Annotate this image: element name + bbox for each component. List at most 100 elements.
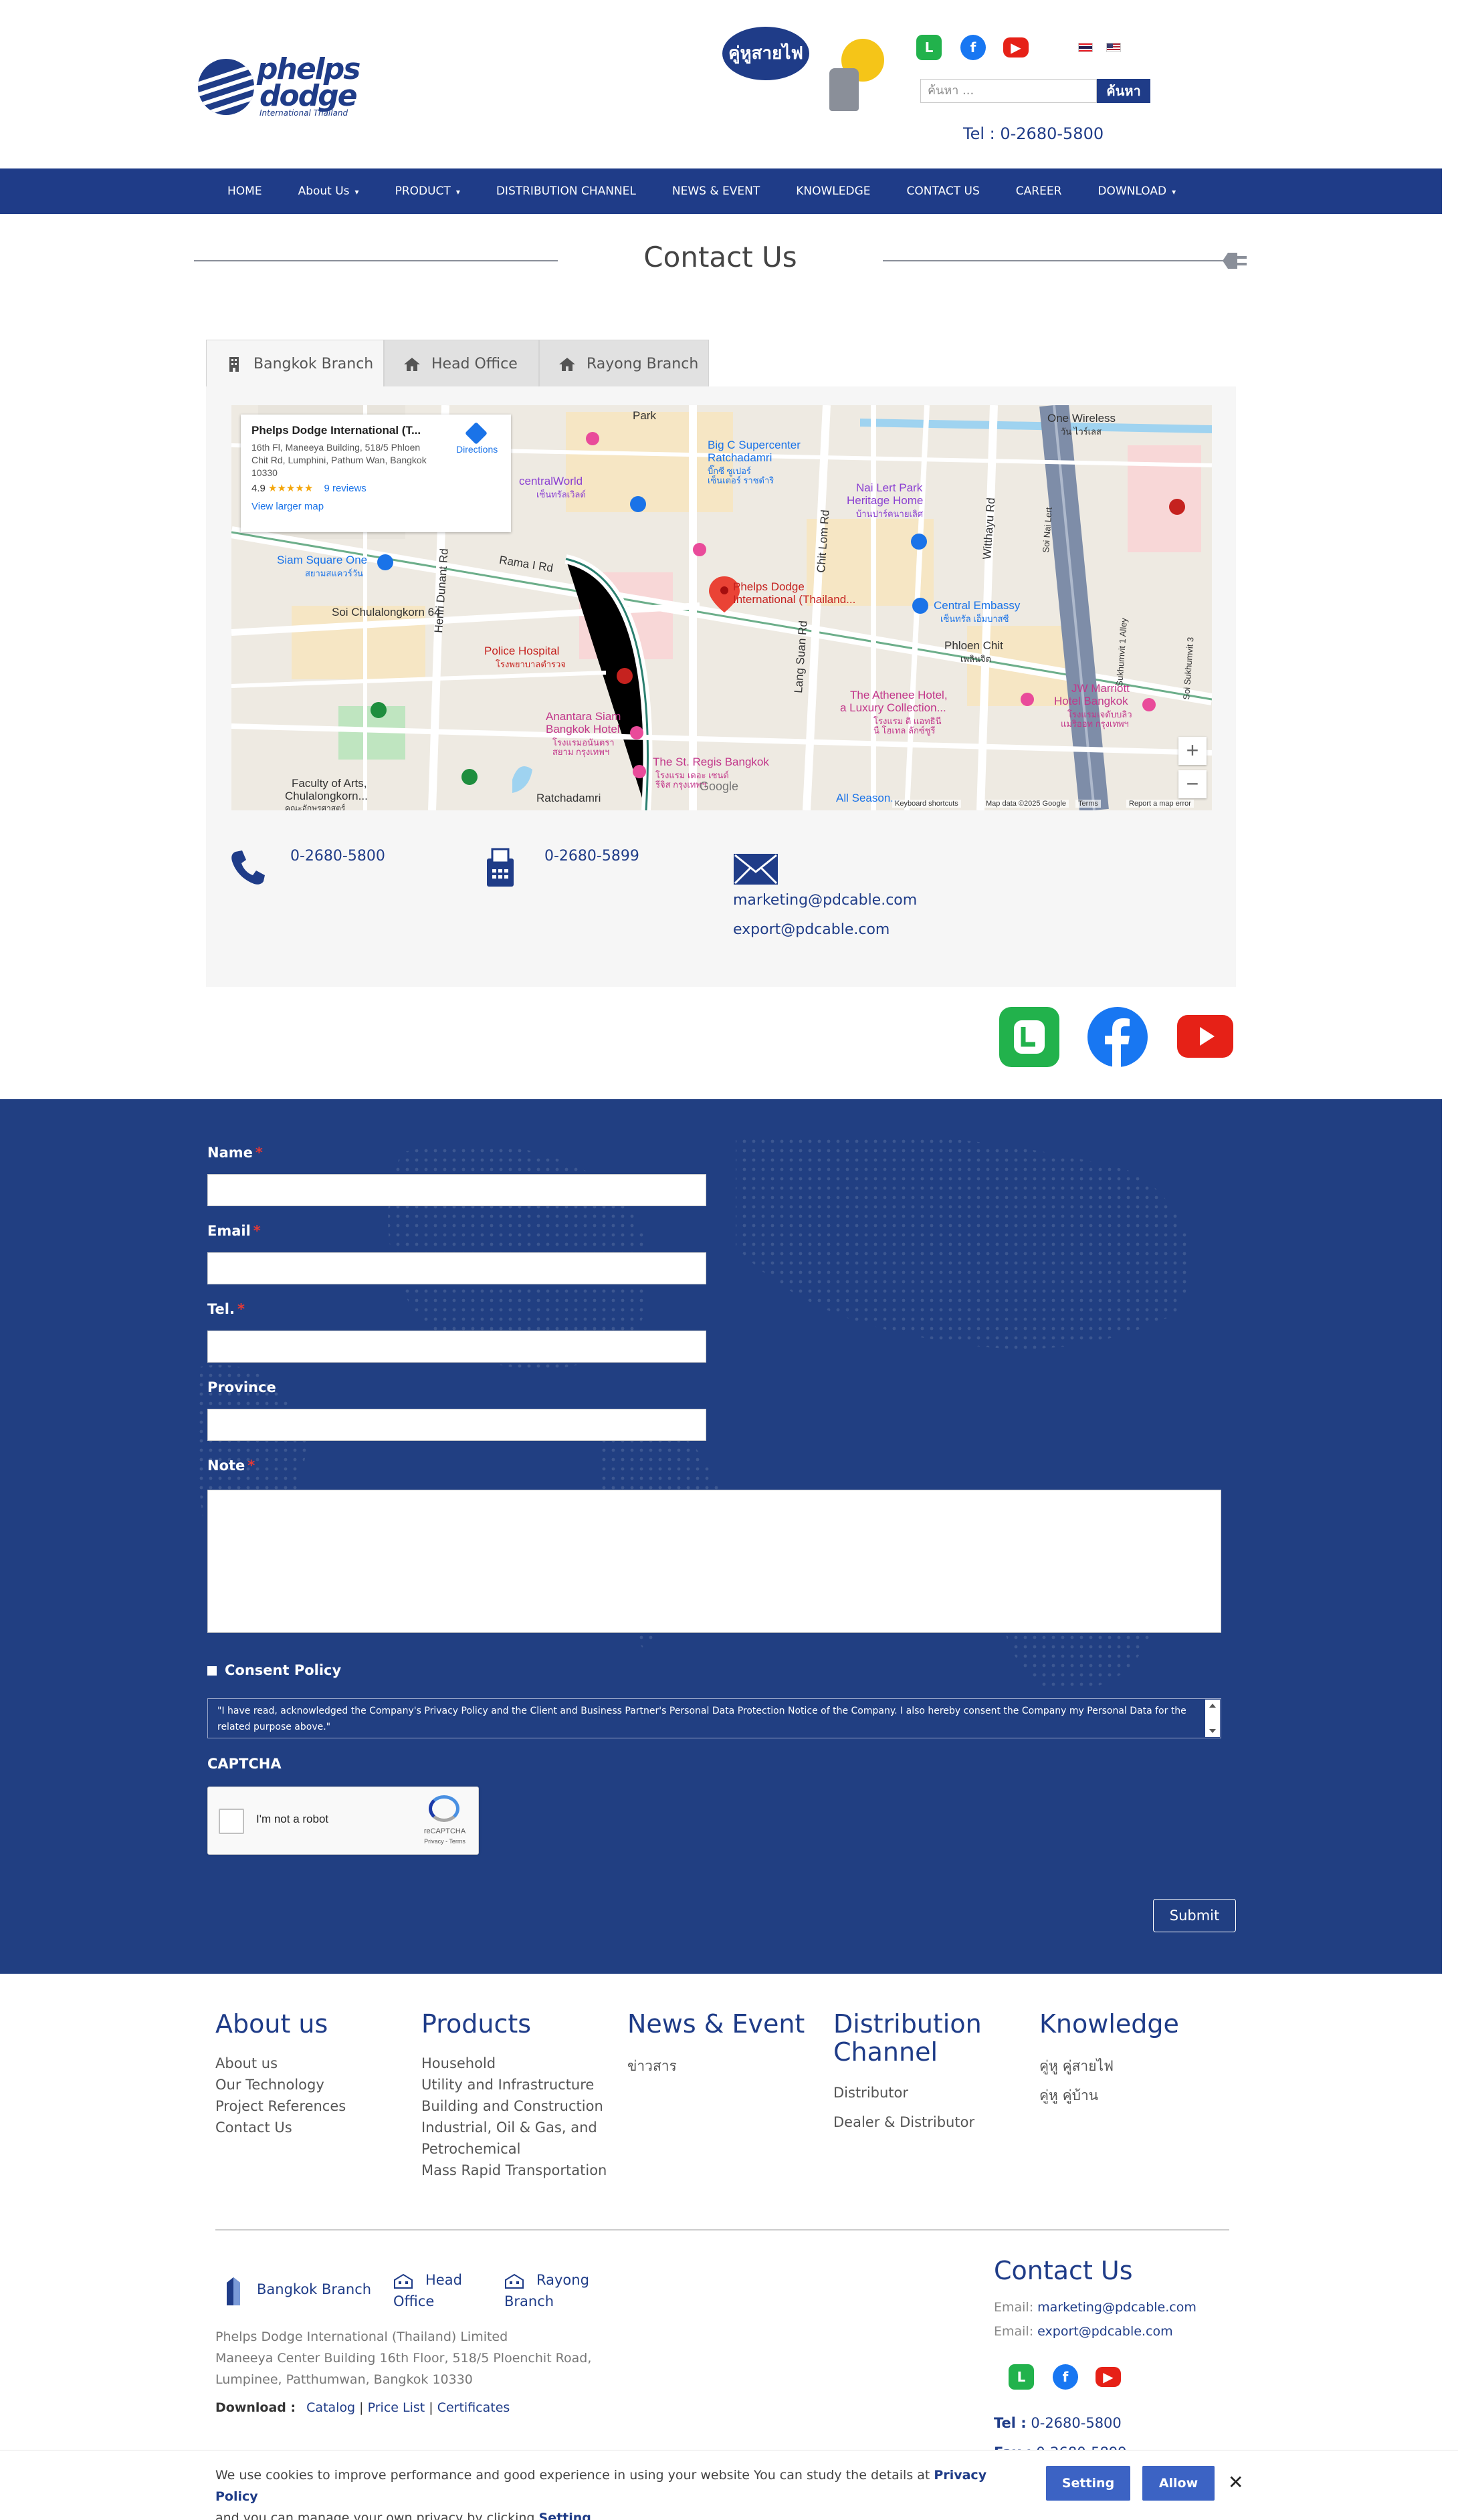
contact-fax[interactable]: 0-2680-5899: [544, 848, 639, 865]
footer-link[interactable]: Distributor: [833, 2085, 908, 2101]
footer-news-title[interactable]: News & Event: [627, 2010, 805, 2038]
footer-email-marketing[interactable]: Email: marketing@pdcable.com: [994, 2300, 1196, 2315]
nav-home[interactable]: HOME: [227, 185, 262, 198]
english-flag-icon[interactable]: [1106, 43, 1121, 52]
footer-link[interactable]: Dealer & Distributor: [833, 2114, 974, 2130]
footer-link[interactable]: Contact Us: [215, 2120, 292, 2136]
footer-link[interactable]: Industrial, Oil & Gas, and: [421, 2120, 597, 2136]
map-reviews-link[interactable]: 9 reviews: [324, 483, 366, 494]
search-input[interactable]: ค้นหา ...: [920, 79, 1097, 103]
footer-link[interactable]: คู่หู คู่สายไฟ: [1039, 2055, 1114, 2077]
footer-link[interactable]: Building and Construction: [421, 2098, 603, 2114]
footer-downloads: Download : Catalog | Price List | Certif…: [215, 2400, 510, 2415]
map-label-phloen-chit: Phloen Chit: [944, 639, 1003, 652]
footer-branch-bangkok[interactable]: Bangkok Branch: [257, 2279, 371, 2300]
close-icon[interactable]: ✕: [1228, 2471, 1243, 2493]
footer-link[interactable]: คู่หู คู่บ้าน: [1039, 2085, 1098, 2107]
nav-product[interactable]: PRODUCT ▾: [395, 185, 460, 198]
download-catalog-link[interactable]: Catalog: [306, 2400, 355, 2415]
nav-download[interactable]: DOWNLOAD ▾: [1098, 185, 1176, 198]
google-watermark: Google: [700, 780, 739, 793]
footer-link[interactable]: Petrochemical: [421, 2141, 520, 2157]
facebook-icon[interactable]: f: [960, 35, 986, 60]
footer-link[interactable]: About us: [215, 2055, 278, 2071]
directions-button[interactable]: Directions: [456, 422, 498, 455]
tel-field[interactable]: [207, 1331, 706, 1363]
contact-email-export[interactable]: export@pdcable.com: [733, 921, 890, 938]
facebook-icon[interactable]: [1087, 1007, 1148, 1067]
recaptcha-terms[interactable]: Privacy - Terms: [417, 1838, 473, 1845]
khuhu-saifai-mascot[interactable]: คู่หูสายไฟ: [722, 27, 890, 114]
province-field[interactable]: [207, 1409, 706, 1441]
search-button[interactable]: ค้นหา: [1097, 79, 1150, 103]
contact-email-marketing[interactable]: marketing@pdcable.com: [733, 892, 917, 909]
nav-distribution-channel[interactable]: DISTRIBUTION CHANNEL: [496, 185, 636, 198]
footer-link[interactable]: Our Technology: [215, 2077, 324, 2093]
footer-email-export[interactable]: Email: export@pdcable.com: [994, 2324, 1173, 2339]
footer-link[interactable]: Project References: [215, 2098, 346, 2114]
map-label-central-embassy-th: เซ็นทรัล เอ็มบาสซี: [940, 614, 1009, 624]
nav-contact-us[interactable]: CONTACT US: [907, 185, 980, 198]
youtube-icon[interactable]: ▶: [1096, 2367, 1121, 2387]
download-price-list-link[interactable]: Price List: [368, 2400, 425, 2415]
name-field[interactable]: [207, 1174, 706, 1206]
footer-link[interactable]: Household: [421, 2055, 496, 2071]
youtube-icon[interactable]: [1177, 1015, 1233, 1058]
footer-tel[interactable]: Tel : 0-2680-5800: [994, 2415, 1122, 2431]
recaptcha-widget: I'm not a robot reCAPTCHA Privacy - Term…: [207, 1787, 479, 1855]
line-icon[interactable]: L: [916, 35, 942, 60]
map-report-error-link[interactable]: Report a map error: [1126, 800, 1194, 808]
map-label-all-season: All Season...: [836, 792, 900, 804]
recaptcha-checkbox[interactable]: [219, 1809, 244, 1834]
chevron-down-icon: ▾: [1172, 187, 1176, 197]
footer-knowledge-title[interactable]: Knowledge: [1039, 2010, 1179, 2038]
submit-button[interactable]: Submit: [1153, 1899, 1236, 1932]
map-label-one-wireless: One Wireless: [1047, 412, 1116, 425]
youtube-icon[interactable]: ▶: [1003, 37, 1029, 58]
tab-head-office[interactable]: Head Office: [384, 340, 539, 388]
footer-branch-rayong-2[interactable]: Branch: [504, 2291, 554, 2312]
line-icon[interactable]: L: [1009, 2364, 1034, 2390]
view-larger-map-link[interactable]: View larger map: [251, 501, 500, 512]
consent-checkbox[interactable]: [207, 1666, 217, 1676]
nav-about-us[interactable]: About Us ▾: [298, 185, 359, 198]
phelps-dodge-logo[interactable]: phelps dodge International Thailand: [198, 55, 360, 118]
policy-scrollbar[interactable]: [1205, 1700, 1220, 1737]
footer-link[interactable]: Utility and Infrastructure: [421, 2077, 594, 2093]
map-label-centralworld-th: เซ็นทรัลเวิลด์: [536, 489, 586, 499]
map-terms-link[interactable]: Terms: [1075, 800, 1101, 808]
note-textarea[interactable]: [207, 1490, 1221, 1633]
nav-news-event[interactable]: NEWS & EVENT: [672, 185, 760, 198]
download-certificates-link[interactable]: Certificates: [437, 2400, 510, 2415]
cookie-setting-link[interactable]: Setting: [539, 2511, 591, 2520]
map-label-police-th: โรงพยาบาลตำรวจ: [496, 659, 566, 669]
chevron-down-icon: ▾: [455, 187, 460, 197]
footer-branch-head-office-2[interactable]: Office: [393, 2291, 434, 2312]
contact-phone[interactable]: 0-2680-5800: [290, 848, 385, 865]
tab-bangkok-branch[interactable]: Bangkok Branch: [206, 340, 384, 388]
footer-branch-head-office[interactable]: Head: [425, 2269, 462, 2291]
cookie-allow-button[interactable]: Allow: [1142, 2466, 1215, 2501]
footer-address-line1: Maneeya Center Building 16th Floor, 518/…: [215, 2351, 592, 2366]
footer-distribution-title[interactable]: Distribution Channel: [833, 2010, 982, 2066]
nav-career[interactable]: CAREER: [1016, 185, 1062, 198]
footer-link[interactable]: Mass Rapid Transportation: [421, 2162, 607, 2178]
thai-flag-icon[interactable]: [1078, 43, 1093, 52]
email-field[interactable]: [207, 1252, 706, 1284]
header-phone[interactable]: Tel : 0-2680-5800: [963, 124, 1104, 143]
map-zoom-in-button[interactable]: +: [1178, 737, 1207, 765]
footer-branch-rayong[interactable]: Rayong: [536, 2269, 589, 2291]
map-label-one-wireless-th: วัน ไวร์เลส: [1061, 427, 1102, 437]
facebook-icon[interactable]: f: [1053, 2364, 1078, 2390]
footer-about-title[interactable]: About us: [215, 2010, 328, 2038]
nav-knowledge[interactable]: KNOWLEDGE: [796, 185, 870, 198]
map-zoom-out-button[interactable]: −: [1178, 770, 1207, 798]
map-keyboard-shortcuts[interactable]: Keyboard shortcuts: [892, 800, 961, 808]
footer-link[interactable]: ข่าวสาร: [627, 2055, 677, 2077]
tab-rayong-branch[interactable]: Rayong Branch: [539, 340, 709, 388]
recaptcha-brand: reCAPTCHA: [423, 1827, 466, 1835]
cookie-setting-button[interactable]: Setting: [1046, 2466, 1130, 2501]
footer-products-title[interactable]: Products: [421, 2010, 531, 2038]
map-label-central-embassy: Central Embassy: [934, 599, 1021, 612]
line-icon[interactable]: [999, 1007, 1059, 1067]
